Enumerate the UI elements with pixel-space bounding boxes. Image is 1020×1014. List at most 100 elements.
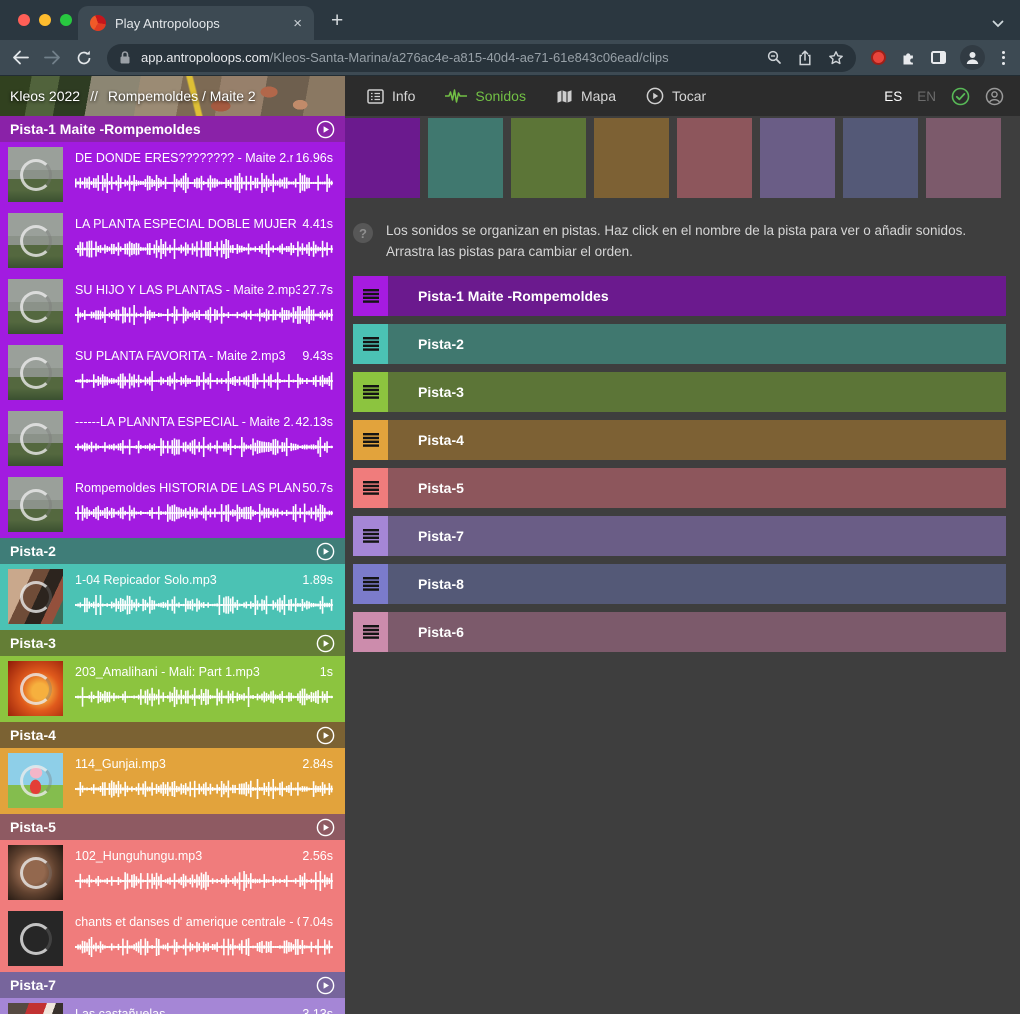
- clip-item[interactable]: chants et danses d' amerique centrale - …: [0, 906, 345, 972]
- app-nav: Info Sonidos Mapa Tocar ES EN: [345, 76, 1020, 116]
- bookmark-star-icon[interactable]: [828, 50, 844, 66]
- clip-waveform: [75, 778, 333, 800]
- breadcrumb[interactable]: Kleos 2022 // Rompemoldes / Maite 2: [0, 76, 345, 116]
- track-color-swatch[interactable]: [843, 118, 918, 198]
- window-controls[interactable]: [18, 14, 72, 26]
- clip-item[interactable]: SU HIJO Y LAS PLANTAS - Maite 2.mp3 27.7…: [0, 274, 345, 340]
- track-row[interactable]: Pista-1 Maite -Rompemoldes: [353, 276, 1006, 316]
- clips-sidebar: Pista-1 Maite -Rompemoldes DE DONDE ERES…: [0, 116, 345, 1014]
- track-drag-handle[interactable]: [353, 564, 388, 604]
- track-row-bar[interactable]: Pista-7: [388, 516, 1006, 556]
- app-header: Kleos 2022 // Rompemoldes / Maite 2 Info…: [0, 76, 1020, 116]
- minimize-window-button[interactable]: [39, 14, 51, 26]
- track-color-swatch[interactable]: [926, 118, 1001, 198]
- track-header[interactable]: Pista-5: [0, 814, 345, 840]
- track-play-button[interactable]: [316, 976, 335, 995]
- clip-item[interactable]: LA PLANTA ESPECIAL DOBLE MUJER - Mai... …: [0, 208, 345, 274]
- url-text[interactable]: app.antropoloops.com/Kleos-Santa-Marina/…: [141, 50, 757, 65]
- track-drag-handle[interactable]: [353, 516, 388, 556]
- close-window-button[interactable]: [18, 14, 30, 26]
- track-drag-handle[interactable]: [353, 612, 388, 652]
- clip-duration: 7.04s: [302, 915, 333, 929]
- clip-item[interactable]: 203_Amalihani - Mali: Part 1.mp3 1s: [0, 656, 345, 722]
- side-panel-icon[interactable]: [931, 51, 946, 64]
- tab-tocar[interactable]: Tocar: [646, 87, 706, 105]
- clip-item[interactable]: Las castañuelas 3.13s: [0, 998, 345, 1014]
- track-row-bar[interactable]: Pista-6: [388, 612, 1006, 652]
- clip-item[interactable]: 1-04 Repicador Solo.mp3 1.89s: [0, 564, 345, 630]
- track-row-bar[interactable]: Pista-5: [388, 468, 1006, 508]
- zoom-icon[interactable]: [767, 50, 782, 65]
- track-color-swatch[interactable]: [511, 118, 586, 198]
- track-row-bar[interactable]: Pista-2: [388, 324, 1006, 364]
- clip-item[interactable]: DE DONDE ERES???????? - Maite 2.mp3 16.9…: [0, 142, 345, 208]
- lock-icon[interactable]: [119, 50, 131, 65]
- tab-close-icon[interactable]: ×: [293, 15, 302, 32]
- account-icon[interactable]: [985, 87, 1004, 106]
- track-row-bar[interactable]: Pista-4: [388, 420, 1006, 460]
- clip-thumbnail: [8, 661, 63, 716]
- clip-item[interactable]: 114_Gunjai.mp3 2.84s: [0, 748, 345, 814]
- clip-item[interactable]: ------LA PLANNTA ESPECIAL - Maite 2.mp3 …: [0, 406, 345, 472]
- track-header[interactable]: Pista-4: [0, 722, 345, 748]
- track-row[interactable]: Pista-8: [353, 564, 1006, 604]
- track-row[interactable]: Pista-5: [353, 468, 1006, 508]
- lang-en-button[interactable]: EN: [917, 89, 936, 104]
- track-row[interactable]: Pista-7: [353, 516, 1006, 556]
- track-row-bar[interactable]: Pista-8: [388, 564, 1006, 604]
- track-drag-handle[interactable]: [353, 420, 388, 460]
- track-header[interactable]: Pista-1 Maite -Rompemoldes: [0, 116, 345, 142]
- track-color-swatch[interactable]: [677, 118, 752, 198]
- reload-button[interactable]: [76, 50, 92, 66]
- extensions-puzzle-icon[interactable]: [900, 49, 917, 66]
- track-play-button[interactable]: [316, 542, 335, 561]
- track-color-swatch[interactable]: [594, 118, 669, 198]
- track-header[interactable]: Pista-3: [0, 630, 345, 656]
- track-color-swatch[interactable]: [760, 118, 835, 198]
- track-play-button[interactable]: [316, 818, 335, 837]
- back-button[interactable]: [12, 50, 29, 65]
- tab-info[interactable]: Info: [367, 88, 415, 104]
- tab-sonidos[interactable]: Sonidos: [445, 88, 526, 104]
- track-play-button[interactable]: [316, 726, 335, 745]
- clip-waveform: [75, 594, 333, 616]
- clip-title: Las castañuelas: [75, 1007, 165, 1014]
- track-color-swatch[interactable]: [428, 118, 503, 198]
- breadcrumb-project[interactable]: Kleos 2022: [10, 88, 80, 104]
- clip-body: chants et danses d' amerique centrale - …: [75, 911, 335, 972]
- breadcrumb-remix[interactable]: Rompemoldes / Maite 2: [108, 88, 256, 104]
- track-header[interactable]: Pista-7: [0, 972, 345, 998]
- track-row[interactable]: Pista-6: [353, 612, 1006, 652]
- address-bar[interactable]: app.antropoloops.com/Kleos-Santa-Marina/…: [107, 44, 856, 72]
- share-icon[interactable]: [798, 50, 812, 66]
- clip-thumbnail: [8, 213, 63, 268]
- browser-tab[interactable]: Play Antropoloops ×: [78, 6, 314, 40]
- track-drag-handle[interactable]: [353, 324, 388, 364]
- track-row[interactable]: Pista-2: [353, 324, 1006, 364]
- tab-search-chevron-icon[interactable]: [992, 20, 1004, 28]
- profile-avatar[interactable]: [960, 45, 985, 70]
- tab-mapa[interactable]: Mapa: [556, 88, 616, 104]
- clip-item[interactable]: SU PLANTA FAVORITA - Maite 2.mp3 9.43s: [0, 340, 345, 406]
- track-drag-handle[interactable]: [353, 372, 388, 412]
- browser-menu-icon[interactable]: [999, 51, 1008, 65]
- maximize-window-button[interactable]: [60, 14, 72, 26]
- clip-item[interactable]: Rompemoldes HISTORIA DE LAS PLANTAS... 5…: [0, 472, 345, 538]
- new-tab-button[interactable]: +: [331, 9, 343, 33]
- track-row[interactable]: Pista-3: [353, 372, 1006, 412]
- saved-check-icon: [951, 87, 970, 106]
- track-row-bar[interactable]: Pista-1 Maite -Rompemoldes: [388, 276, 1006, 316]
- track-row[interactable]: Pista-4: [353, 420, 1006, 460]
- track-row-label: Pista-6: [418, 624, 464, 640]
- track-header[interactable]: Pista-2: [0, 538, 345, 564]
- recording-extension-icon[interactable]: [871, 50, 886, 65]
- track-play-button[interactable]: [316, 120, 335, 139]
- track-drag-handle[interactable]: [353, 468, 388, 508]
- forward-button[interactable]: [44, 50, 61, 65]
- track-play-button[interactable]: [316, 634, 335, 653]
- track-drag-handle[interactable]: [353, 276, 388, 316]
- track-color-swatch[interactable]: [345, 118, 420, 198]
- lang-es-button[interactable]: ES: [884, 89, 902, 104]
- clip-item[interactable]: 102_Hunguhungu.mp3 2.56s: [0, 840, 345, 906]
- track-row-bar[interactable]: Pista-3: [388, 372, 1006, 412]
